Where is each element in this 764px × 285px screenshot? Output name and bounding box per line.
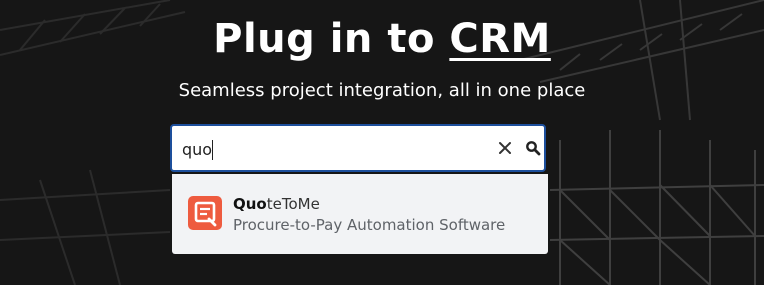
text-caret	[212, 140, 213, 160]
crm-category-link[interactable]: CRM	[449, 16, 550, 62]
search-results-dropdown: QuoteToMe Procure-to-Pay Automation Soft…	[172, 174, 548, 254]
search-box	[170, 124, 546, 172]
search-result-item[interactable]: QuoteToMe Procure-to-Pay Automation Soft…	[172, 174, 548, 254]
page-title-prefix: Plug in to	[213, 16, 450, 62]
result-name-rest: teToMe	[266, 195, 320, 213]
page-title: Plug in to CRM	[0, 16, 764, 62]
search-input[interactable]	[182, 136, 482, 162]
result-description: Procure-to-Pay Automation Software	[233, 216, 506, 234]
result-name-match: Quo	[233, 195, 267, 213]
close-icon[interactable]	[496, 139, 514, 157]
result-name: QuoteToMe	[233, 195, 320, 213]
hero-section: Plug in to CRM Seamless project integrat…	[0, 0, 764, 285]
quotetome-logo-icon	[188, 196, 222, 230]
page-subtitle: Seamless project integration, all in one…	[178, 80, 586, 101]
search-icon[interactable]	[524, 139, 542, 157]
